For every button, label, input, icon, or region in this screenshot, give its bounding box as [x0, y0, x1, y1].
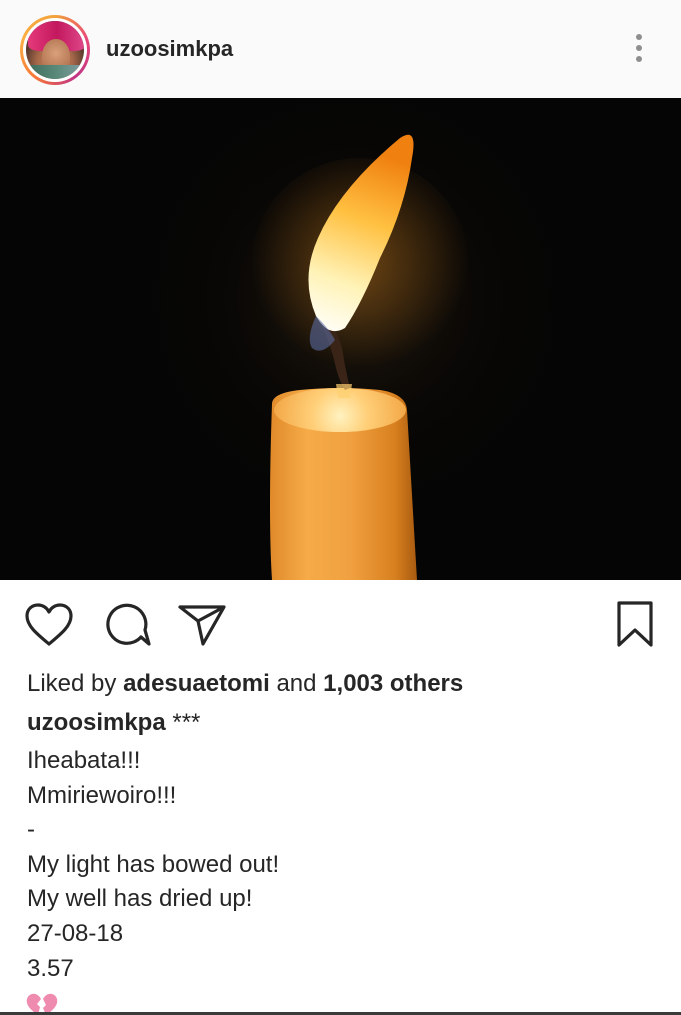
- paper-plane-icon[interactable]: [177, 600, 229, 650]
- profile-avatar[interactable]: [20, 15, 90, 85]
- caption-header: uzoosimkpa ***: [27, 709, 200, 737]
- caption-line: -: [27, 816, 35, 844]
- caption-line: 3.57: [27, 954, 74, 982]
- instagram-post: uzoosimkpa Liked by adesuaetomi and 1,00…: [0, 0, 681, 1015]
- heart-icon[interactable]: [23, 600, 75, 650]
- likes-middle: and: [276, 670, 317, 697]
- more-vertical-icon[interactable]: [632, 34, 646, 66]
- bookmark-icon[interactable]: [610, 600, 662, 650]
- candle-image: [0, 98, 681, 580]
- caption-username[interactable]: uzoosimkpa: [27, 709, 166, 736]
- post-actions: [0, 580, 681, 666]
- post-header: uzoosimkpa: [0, 0, 681, 98]
- likes-summary: Liked by adesuaetomi and 1,003 others: [27, 670, 463, 698]
- likes-prefix: Liked by: [27, 670, 117, 697]
- post-photo[interactable]: [0, 98, 681, 580]
- caption-line: Mmiriewoiro!!!: [27, 781, 177, 809]
- caption-line: Iheabata!!!: [27, 747, 141, 774]
- caption-first-text: ***: [172, 709, 201, 736]
- caption-line: My light has bowed out!: [27, 850, 280, 878]
- likes-user-link[interactable]: adesuaetomi: [123, 670, 270, 697]
- caption-line: 27-08-18: [27, 919, 124, 947]
- caption-line: My well has dried up!: [27, 885, 253, 913]
- caption-body: Iheabata!!! Mmiriewoiro!!! - My light ha…: [27, 744, 279, 986]
- comment-bubble-icon[interactable]: [101, 600, 153, 650]
- avatar-image: [26, 21, 84, 79]
- post-username[interactable]: uzoosimkpa: [106, 36, 233, 62]
- likes-others-link[interactable]: 1,003 others: [323, 670, 463, 697]
